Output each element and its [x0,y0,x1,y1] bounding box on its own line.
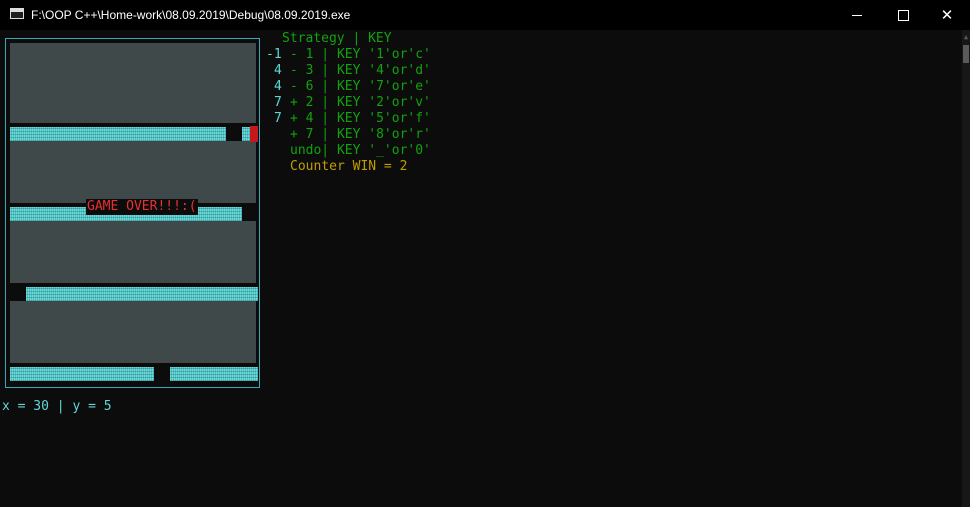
scroll-up-arrow-icon[interactable]: ▲ [962,32,970,42]
strategy-prefix: 4 [274,79,282,94]
strategy-row: + 7 | KEY '8'or'r' [290,127,431,142]
close-button[interactable]: ✕ [924,0,970,30]
strategy-prefix: 4 [274,63,282,78]
strategy-prefix: 7 [274,95,282,110]
platform-row [242,127,250,141]
strategy-row: - 3 | KEY '4'or'd' [290,63,431,78]
scrollbar-thumb[interactable] [963,45,969,63]
platform-row [10,367,154,381]
maximize-button[interactable] [880,0,926,30]
strategy-prefix: -1 [266,47,282,62]
vertical-scrollbar[interactable]: ▲ [962,30,970,507]
strategy-row: - 6 | KEY '7'or'e' [290,79,431,94]
title-bar: F:\OOP C++\Home-work\08.09.2019\Debug\08… [0,0,970,30]
field-band [10,301,256,363]
platform-row [170,367,258,381]
field-band [10,43,256,123]
maximize-icon [897,9,909,21]
console-output: GAME OVER!!!:( x = 30 | y = 5 Strategy |… [0,30,962,507]
strategy-row: - 1 | KEY '1'or'c' [290,47,431,62]
strategy-prefix: 7 [274,111,282,126]
strategy-header: Strategy | KEY [282,31,392,46]
coordinates-readout: x = 30 | y = 5 [2,399,112,414]
field-band [10,141,256,203]
game-board: GAME OVER!!!:( [5,38,260,388]
player-block [250,126,258,142]
minimize-button[interactable] [834,0,880,30]
platform-row [10,127,226,141]
console-app-icon [10,8,24,19]
game-over-message: GAME OVER!!!:( [86,199,198,215]
window-title: F:\OOP C++\Home-work\08.09.2019\Debug\08… [31,8,351,22]
minimize-icon [852,14,862,16]
strategy-row: + 2 | KEY '2'or'v' [290,95,431,110]
strategy-row: + 4 | KEY '5'or'f' [290,111,431,126]
strategy-row: undo| KEY '_'or'0' [290,143,431,158]
win-counter: Counter WIN = 2 [290,159,408,174]
close-icon: ✕ [940,5,954,24]
platform-row [26,287,258,301]
field-band [10,221,256,283]
